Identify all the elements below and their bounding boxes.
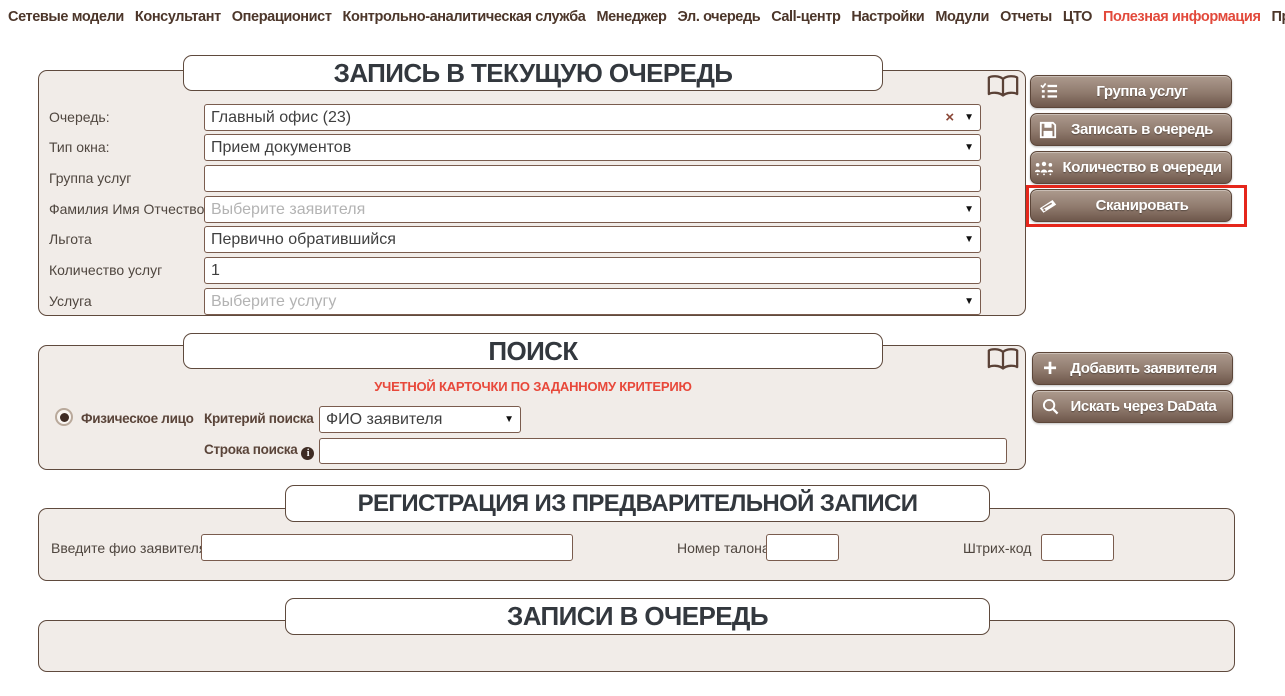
save-icon (1031, 121, 1065, 139)
dadata-search-button-label: Искать через DaData (1067, 398, 1232, 415)
queue-dropdown-icon[interactable]: ▼ (964, 112, 974, 123)
enqueue-button-label: Записать в очередь (1065, 121, 1231, 138)
menu-item-consultant[interactable]: Консультант (135, 9, 221, 25)
service-group-label: Группа услуг (49, 170, 131, 186)
queue-count-button[interactable]: Количество в очереди (1030, 151, 1232, 184)
scanner-icon (1031, 197, 1065, 214)
window-type-label: Тип окна: (49, 139, 110, 155)
help-book-icon[interactable] (986, 74, 1020, 99)
records-panel-title: ЗАПИСИ В ОЧЕРЕДЬ (285, 598, 990, 635)
menu-item-settings[interactable]: Настройки (851, 9, 924, 25)
queue-select[interactable]: Главный офис (23) × ▼ (204, 104, 981, 131)
menu-item-link-check[interactable]: Проверка ссылок (1272, 9, 1285, 25)
privilege-select[interactable]: Первично обратившийся ▼ (204, 226, 981, 253)
search-string-label: Строка поиска i (204, 442, 314, 460)
menu-item-reports[interactable]: Отчеты (1000, 9, 1052, 25)
person-radio[interactable] (55, 408, 73, 426)
service-placeholder: Выберите услугу (211, 293, 958, 311)
app-root: Сетевые модели Консультант Операционист … (0, 0, 1285, 696)
menu-item-cto[interactable]: ЦТО (1063, 9, 1092, 25)
full-name-dropdown-icon[interactable]: ▼ (964, 204, 974, 215)
search-criteria-value: ФИО заявителя (326, 411, 498, 429)
enqueue-button[interactable]: Записать в очередь (1030, 113, 1232, 146)
scan-button-label: Сканировать (1065, 197, 1231, 214)
ticket-number-label: Номер талона (677, 540, 770, 556)
menu-item-useful-info[interactable]: Полезная информация (1103, 9, 1261, 25)
search-criteria-select[interactable]: ФИО заявителя ▼ (319, 406, 521, 433)
service-group-button-label: Группа услуг (1065, 83, 1231, 100)
barcode-label: Штрих-код (963, 540, 1031, 556)
menu-item-network-models[interactable]: Сетевые модели (8, 9, 124, 25)
ticket-number-input[interactable] (766, 534, 839, 561)
menu-item-manager[interactable]: Менеджер (596, 9, 666, 25)
search-string-label-text: Строка поиска (204, 442, 297, 457)
full-name-select[interactable]: Выберите заявителя ▼ (204, 196, 981, 223)
menu-item-operator[interactable]: Операционист (232, 9, 332, 25)
search-subtitle: УЧЕТНОЙ КАРТОЧКИ ПО ЗАДАННОМУ КРИТЕРИЮ (39, 379, 1027, 394)
scan-button[interactable]: Сканировать (1030, 189, 1232, 222)
person-radio-label: Физическое лицо (81, 411, 194, 426)
service-label: Услуга (49, 293, 92, 309)
full-name-label: Фамилия Имя Отчество (49, 201, 204, 217)
record-panel: Очередь: Главный офис (23) × ▼ Тип окна:… (38, 70, 1026, 316)
service-group-button[interactable]: Группа услуг (1030, 75, 1232, 108)
queue-value: Главный офис (23) (211, 109, 945, 127)
window-type-dropdown-icon[interactable]: ▼ (964, 142, 974, 153)
search-criteria-dropdown-icon[interactable]: ▼ (504, 414, 514, 425)
search-help-book-icon[interactable] (986, 347, 1020, 372)
queue-label: Очередь: (49, 109, 110, 125)
task-list-icon (1031, 82, 1065, 101)
menu-item-equeue[interactable]: Эл. очередь (677, 9, 760, 25)
service-count-label: Количество услуг (49, 262, 162, 278)
service-select[interactable]: Выберите услугу ▼ (204, 288, 981, 315)
queue-clear-icon[interactable]: × (945, 109, 954, 126)
privilege-value: Первично обратившийся (211, 231, 958, 249)
search-string-input[interactable] (319, 438, 1007, 464)
window-type-select[interactable]: Прием документов ▼ (204, 134, 981, 161)
prereg-panel-title: РЕГИСТРАЦИЯ ИЗ ПРЕДВАРИТЕЛЬНОЙ ЗАПИСИ (285, 485, 990, 522)
service-dropdown-icon[interactable]: ▼ (964, 296, 974, 307)
window-type-value: Прием документов (211, 139, 958, 157)
menu-item-control-analytics[interactable]: Контрольно-аналитическая служба (343, 9, 586, 25)
record-panel-title: ЗАПИСЬ В ТЕКУЩУЮ ОЧЕРЕДЬ (183, 55, 883, 91)
search-icon (1033, 398, 1067, 415)
menu-item-call-center[interactable]: Call-центр (771, 9, 840, 25)
info-icon[interactable]: i (301, 447, 314, 460)
add-applicant-button-label: Добавить заявителя (1067, 360, 1232, 377)
plus-icon: + (1033, 355, 1067, 383)
menu-item-modules[interactable]: Модули (935, 9, 989, 25)
barcode-input[interactable] (1041, 534, 1114, 561)
privilege-label: Льгота (49, 231, 92, 247)
top-menu: Сетевые модели Консультант Операционист … (8, 9, 1283, 25)
service-count-input[interactable] (204, 257, 981, 284)
prereg-fio-input[interactable] (201, 534, 573, 561)
search-criteria-label: Критерий поиска (204, 411, 313, 426)
privilege-dropdown-icon[interactable]: ▼ (964, 234, 974, 245)
queue-count-button-label: Количество в очереди (1057, 159, 1231, 176)
search-panel-title: ПОИСК (183, 333, 883, 369)
prereg-fio-label: Введите фио заявителя (51, 540, 206, 556)
dadata-search-button[interactable]: Искать через DaData (1032, 390, 1233, 423)
add-applicant-button[interactable]: + Добавить заявителя (1032, 352, 1233, 385)
service-group-input[interactable] (204, 165, 981, 192)
full-name-placeholder: Выберите заявителя (211, 201, 958, 219)
person-radio-dot (60, 413, 69, 422)
people-icon (1031, 160, 1057, 176)
